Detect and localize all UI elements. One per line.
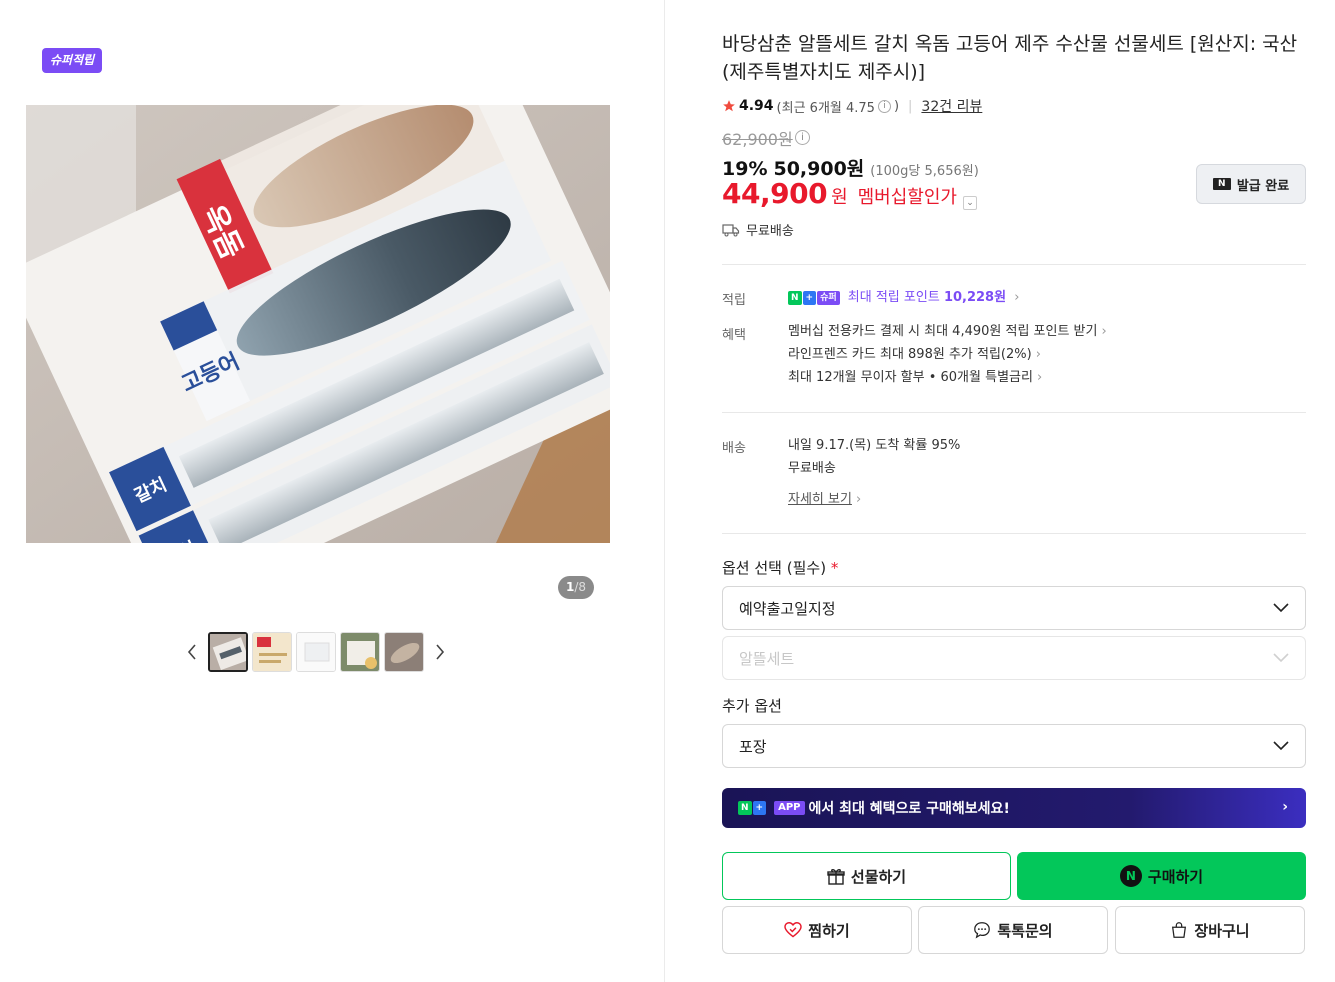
naver-pay-icon: N [1119,865,1142,887]
truck-icon [722,223,740,236]
original-price: 62,900원 [722,130,793,149]
shopping-bag-icon [1172,922,1187,938]
thumb-next-button[interactable] [428,632,452,672]
thumbnail-4[interactable] [340,632,380,672]
gift-button-label: 선물하기 [850,867,907,886]
divider [722,412,1306,413]
thumb-prev-button[interactable] [180,632,204,672]
chevron-right-icon: › [855,492,862,507]
price-info-icon[interactable]: i [795,130,810,145]
chevron-right-icon [436,644,445,660]
app-promo-banner[interactable]: N + APP 에서 최대 혜택으로 구매해보세요! › [722,788,1306,828]
chevron-right-icon: › [1101,324,1107,339]
product-title: 바당삼춘 알뜰세트 갈치 옥돔 고등어 제주 수산물 선물세트 [원산지: 국산… [722,33,1298,83]
chevron-down-icon [1273,603,1289,613]
chevron-right-icon: › [1014,290,1020,305]
thumbnail-3[interactable] [296,632,336,672]
divider: | [908,98,913,114]
thumbnail-strip [180,632,452,672]
extra-option-title: 추가 옵션 [722,697,782,715]
benefit-label: 혜택 [722,328,746,343]
benefit-item-3[interactable]: 최대 12개월 무이자 할부 • 60개월 특별금리 › [788,366,1107,389]
chevron-down-icon [1273,741,1289,751]
star-icon [723,100,735,112]
wishlist-button[interactable]: 찜하기 [722,906,912,954]
option-select-set-value: 알뜰세트 [739,649,795,668]
rating-recent: (최근 6개월 4.75 [776,100,875,116]
talk-inquiry-label: 톡톡문의 [997,921,1053,940]
chat-icon [974,922,991,939]
coupon-issued-label: 발급 완료 [1236,178,1290,194]
product-gallery: 슈퍼적립 옥돔 고등어 갈치 1/8 [0,0,665,982]
info-icon[interactable]: i [877,99,891,113]
delivery-label: 배송 [722,441,746,456]
points-value: 10,228원 [943,290,1007,305]
thumbnail-5[interactable] [384,632,424,672]
option-section-title: 옵션 선택 (필수) * [722,559,839,577]
member-price-label[interactable]: 멤버십할인가 [858,183,957,209]
points-row[interactable]: N + 슈퍼 최대 적립 포인트 10,228원 › [788,286,1019,309]
wishlist-button-label: 찜하기 [808,921,850,940]
talk-inquiry-button[interactable]: 톡톡문의 [918,906,1108,954]
member-price: 44,900 [722,177,828,210]
promo-text: 에서 최대 혜택으로 구매해보세요! [808,801,1010,817]
option-select-set[interactable]: 알뜰세트 [722,636,1306,680]
benefit-item-2[interactable]: 라인프렌즈 카드 최대 898원 추가 적립(2%) › [788,343,1107,366]
points-text: 최대 적립 포인트 [847,290,940,305]
points-label: 적립 [722,293,746,308]
product-main-image[interactable]: 옥돔 고등어 갈치 갈치 [26,105,610,543]
image-counter: 1/8 [558,576,594,599]
option-select-packaging-value: 포장 [739,737,767,756]
naver-plus-super-tag: N + 슈퍼 [788,290,840,305]
cart-button-label: 장바구니 [1194,921,1250,940]
gift-icon [827,869,845,885]
chevron-right-icon: › [1036,370,1043,385]
buy-button-label: 구매하기 [1147,867,1204,886]
rating-recent-close: ) [893,98,900,114]
delivery-info: 내일 9.17.(목) 도착 확률 95% 무료배송 자세히 보기 › [788,434,960,511]
rating-row: 4.94 (최근 6개월 4.75 i ) | 32건 리뷰 [722,96,982,116]
member-price-won: 원 [831,187,848,208]
reviews-link[interactable]: 32건 리뷰 [921,96,982,116]
shipping-text: 무료배송 [746,224,794,239]
benefit-item-1[interactable]: 멤버십 전용카드 결제 시 최대 4,490원 적립 포인트 받기 › [788,320,1107,343]
delivery-fee: 무료배송 [788,461,836,476]
gift-button[interactable]: 선물하기 [722,852,1011,900]
benefit-list: 멤버십 전용카드 결제 시 최대 4,490원 적립 포인트 받기 › 라인프렌즈… [788,320,1107,389]
chevron-left-icon [187,644,196,660]
option-select-date[interactable]: 예약출고일지정 [722,586,1306,630]
delivery-details-link[interactable]: 자세히 보기 › [788,488,960,511]
chevron-down-icon[interactable]: ⌄ [962,196,977,210]
naver-plus-tag: N + [738,801,767,815]
divider [722,533,1306,534]
thumbnail-1[interactable] [208,632,248,672]
member-price-row: 44,900 원 멤버십할인가 ⌄ [722,177,977,210]
app-tag: APP [774,801,805,815]
shipping-row: 무료배송 [722,220,794,239]
rating-score: 4.94 [739,98,774,114]
chevron-right-icon: › [1035,347,1041,362]
product-photo: 옥돔 고등어 갈치 갈치 [26,105,610,543]
chevron-right-icon: › [1282,799,1288,815]
divider [722,264,1306,265]
option-select-date-value: 예약출고일지정 [739,599,836,618]
cart-button[interactable]: 장바구니 [1115,906,1305,954]
delivery-eta: 내일 9.17.(목) 도착 확률 95% [788,438,961,453]
chevron-down-icon [1273,653,1289,663]
option-select-packaging[interactable]: 포장 [722,724,1306,768]
coupon-issued-button[interactable]: N 발급 완료 [1196,164,1306,204]
heart-icon [784,922,803,938]
super-points-badge: 슈퍼적립 [42,48,103,73]
naver-logo-icon: N [1212,178,1231,190]
thumbnail-2[interactable] [252,632,292,672]
buy-button[interactable]: N 구매하기 [1017,852,1306,900]
